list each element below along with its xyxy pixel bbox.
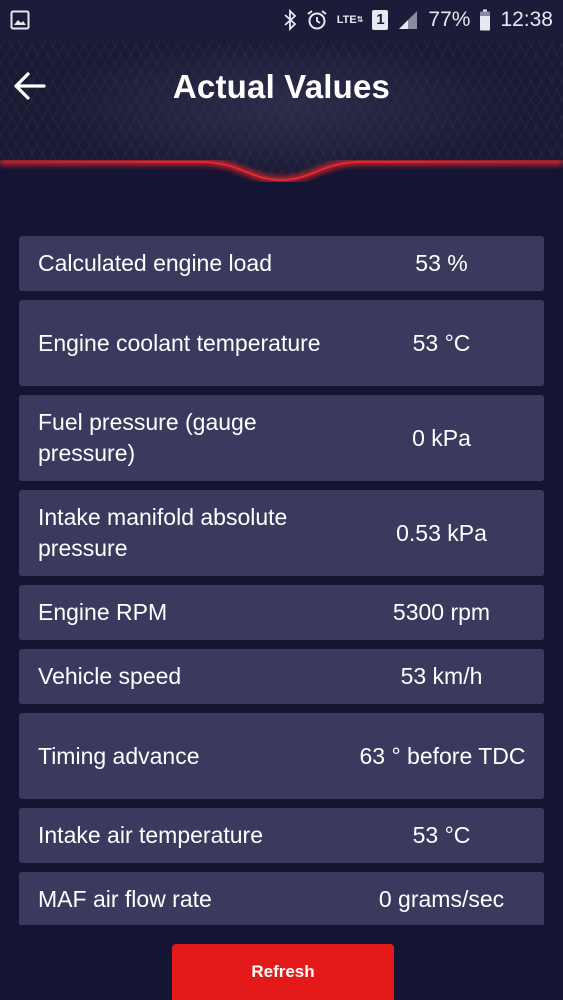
status-bar: LTE ⇅ 1 77% 12:38 xyxy=(0,0,563,40)
image-icon xyxy=(10,10,30,30)
signal-icon xyxy=(397,9,419,31)
bluetooth-icon xyxy=(283,9,297,31)
list-item: Engine RPM 5300 rpm xyxy=(19,585,544,640)
reading-label: Intake air temperature xyxy=(38,822,264,848)
list-item: Vehicle speed 53 km/h xyxy=(19,649,544,704)
reading-label: Engine coolant temperature xyxy=(38,329,321,356)
reading-value: 53 °C xyxy=(412,329,471,356)
list-item: Calculated engine load 53 % xyxy=(19,236,544,291)
bottom-bar: Refresh xyxy=(0,925,563,1000)
list-item: Timing advance 63 ° before TDC xyxy=(19,713,544,799)
reading-value: 0 grams/sec xyxy=(378,886,505,912)
clock-time: 12:38 xyxy=(500,8,553,31)
list-item: MAF air flow rate 0 grams/sec xyxy=(19,872,544,926)
reading-label: Timing advance xyxy=(38,742,200,769)
header-glow-curve xyxy=(0,159,563,190)
reading-label: Fuel pressure (gauge pressure) xyxy=(38,409,257,466)
alarm-clock-icon xyxy=(306,9,328,31)
page-title: Actual Values xyxy=(172,68,391,105)
battery-icon xyxy=(479,9,491,31)
reading-value: 0.53 kPa xyxy=(396,519,487,546)
reading-value: 53 km/h xyxy=(400,663,483,689)
reading-value: 53 % xyxy=(415,250,468,276)
battery-percent: 77% xyxy=(428,8,471,31)
refresh-button[interactable]: Refresh xyxy=(172,944,394,1000)
list-item: Engine coolant temperature 53 °C xyxy=(19,300,544,386)
reading-value: 63 ° before TDC xyxy=(359,742,526,769)
network-type-icon: LTE ⇅ xyxy=(336,14,364,26)
reading-label: Vehicle speed xyxy=(38,663,182,689)
sim-slot-badge: 1 xyxy=(372,10,389,30)
reading-value: 53 °C xyxy=(412,822,471,848)
list-item: Intake manifold absolute pressure 0.53 k… xyxy=(19,490,544,576)
reading-value: 5300 rpm xyxy=(392,599,491,625)
readings-list[interactable]: Calculated engine load 53 % Engine coola… xyxy=(19,236,544,926)
list-item: Intake air temperature 53 °C xyxy=(19,808,544,863)
reading-label: Calculated engine load xyxy=(38,250,273,276)
reading-label: Engine RPM xyxy=(38,599,168,625)
list-item: Fuel pressure (gauge pressure) 0 kPa xyxy=(19,395,544,481)
network-type-label: LTE xyxy=(336,14,357,26)
screen: LTE ⇅ 1 77% 12:38 Actual Values Calculat… xyxy=(0,0,563,1000)
reading-label: MAF air flow rate xyxy=(38,886,212,912)
reading-label: Intake manifold absolute pressure xyxy=(38,504,288,561)
app-header: Actual Values xyxy=(0,40,563,190)
reading-value: 0 kPa xyxy=(412,424,471,451)
